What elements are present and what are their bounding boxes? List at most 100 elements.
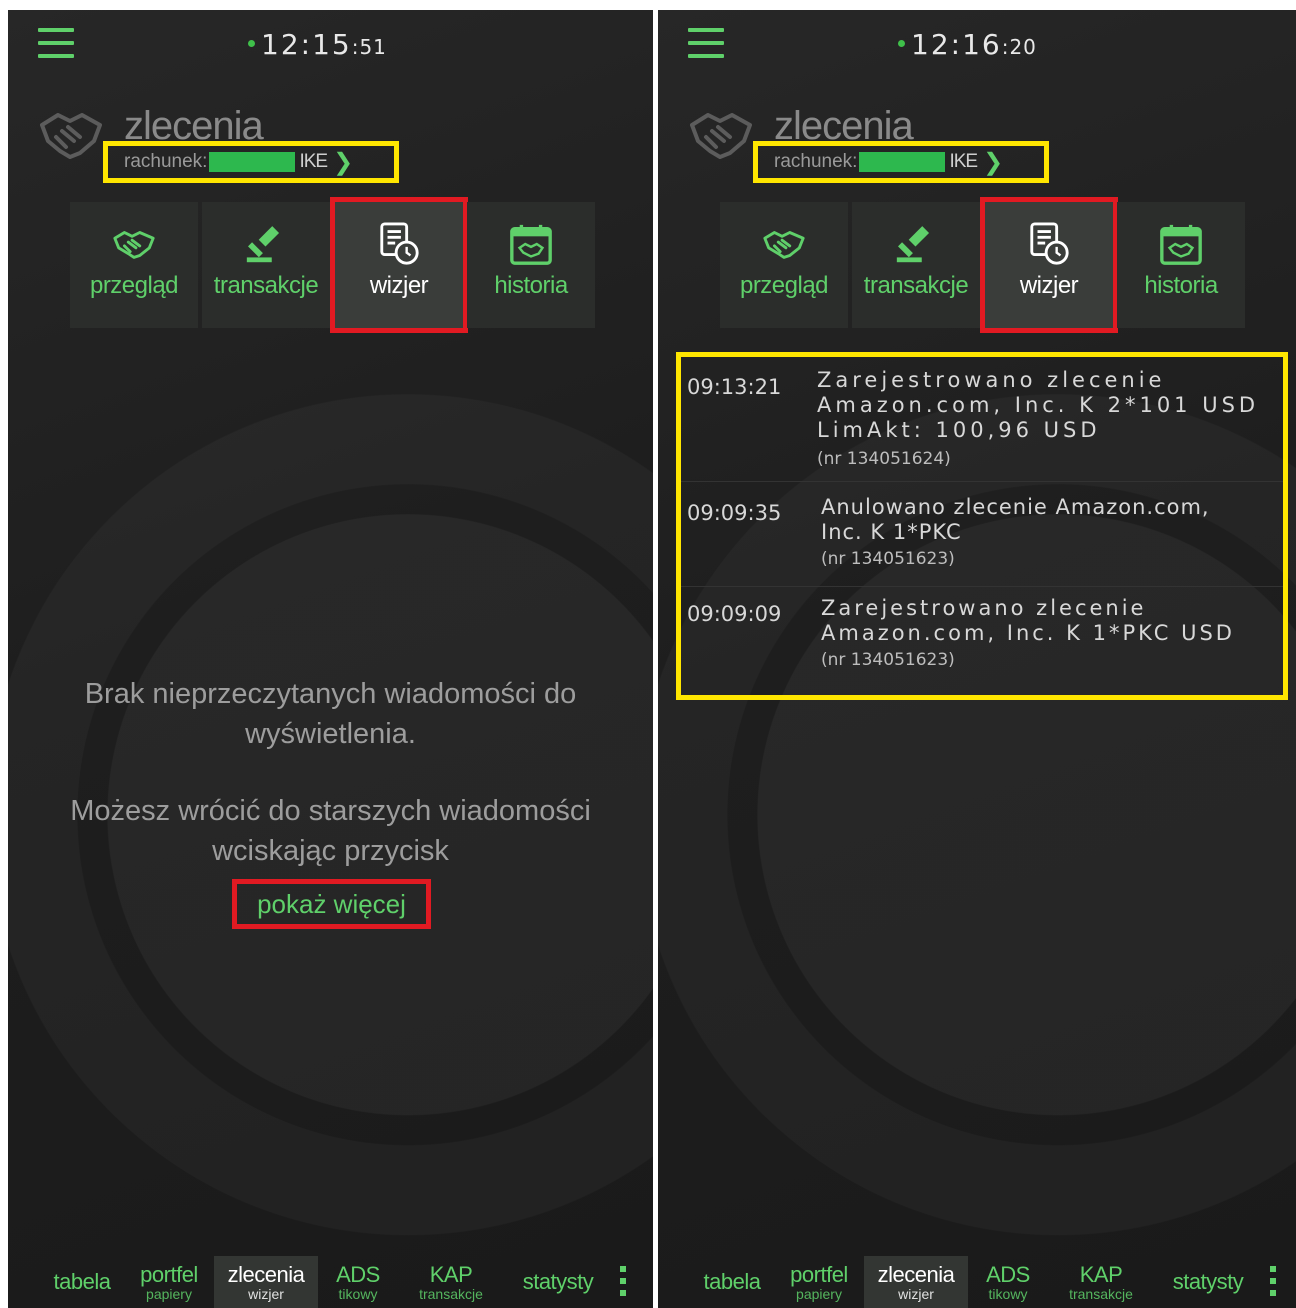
- handshake-icon: [761, 222, 807, 266]
- hint-line: Możesz wrócić do starszych wiadomości: [70, 795, 591, 827]
- tab-label: przegląd: [739, 272, 829, 299]
- nav-label: statysty: [522, 1269, 594, 1294]
- menu-icon[interactable]: [688, 28, 724, 58]
- nav-zlecenia[interactable]: zlecenia wizjer: [864, 1256, 968, 1308]
- clock: 12:15:51: [248, 28, 387, 61]
- empty-message: Brak nieprzeczytanych wiadomości do wyśw…: [8, 674, 653, 754]
- message-time: 09:13:21: [687, 375, 782, 399]
- screen-left: 12:15:51 zlecenia rachunek: IKE ❯ przegl…: [8, 10, 653, 1308]
- clock-seconds: :51: [351, 35, 387, 59]
- nav-portfel[interactable]: portfel papiery: [128, 1256, 210, 1308]
- tab-label: historia: [1144, 272, 1218, 299]
- nav-sublabel: wizjer: [898, 1285, 934, 1302]
- nav-sublabel: tikowy: [338, 1285, 378, 1302]
- nav-sublabel: transakcje: [1069, 1285, 1133, 1302]
- message-text: Anulowano zlecenie Amazon.com, Inc. K 1*…: [821, 495, 1210, 544]
- tab-label: transakcje: [213, 272, 319, 299]
- account-selector[interactable]: rachunek: IKE ❯: [103, 141, 399, 183]
- tab-label: historia: [494, 272, 568, 299]
- tab-bar: przegląd transakcje wizjer historia: [70, 197, 595, 333]
- message-list: 09:13:21 Zarejestrowano zlecenie Amazon.…: [676, 352, 1288, 700]
- nav-sublabel: papiery: [796, 1285, 842, 1302]
- message-order-number: (nr 134051623): [821, 549, 955, 569]
- menu-icon[interactable]: [38, 28, 74, 58]
- nav-ads[interactable]: ADS tikowy: [972, 1256, 1044, 1308]
- nav-label: KAP: [429, 1261, 473, 1287]
- nav-sublabel: transakcje: [419, 1285, 483, 1302]
- tab-label: wizjer: [1019, 272, 1079, 299]
- clock-seconds: :20: [1001, 35, 1037, 59]
- nav-statysty[interactable]: statysty: [508, 1256, 608, 1308]
- handshake-icon: [111, 222, 157, 266]
- account-label: rachunek:: [774, 151, 858, 172]
- message-time: 09:09:35: [687, 501, 782, 525]
- nav-label: zlecenia: [227, 1261, 305, 1287]
- nav-portfel[interactable]: portfel papiery: [778, 1256, 860, 1308]
- message-text: Zarejestrowano zlecenie Amazon.com, Inc.…: [821, 596, 1235, 645]
- nav-tabela[interactable]: tabela: [38, 1256, 126, 1308]
- screen-right: 12:16:20 zlecenia rachunek: IKE ❯ przegl…: [658, 10, 1296, 1308]
- message-text: Zarejestrowano zlecenie Amazon.com, Inc.…: [817, 368, 1260, 442]
- hint-line: wciskając przycisk: [212, 835, 449, 867]
- nav-kap[interactable]: KAP transakcje: [1050, 1256, 1152, 1308]
- gavel-icon: [893, 222, 939, 266]
- tab-przeglad[interactable]: przegląd: [70, 202, 198, 328]
- tab-transakcje[interactable]: transakcje: [852, 202, 980, 328]
- show-more-button[interactable]: pokaż więcej: [232, 879, 431, 929]
- tab-historia[interactable]: historia: [467, 202, 595, 328]
- nav-sublabel: tikowy: [988, 1285, 1028, 1302]
- nav-label: statysty: [1172, 1269, 1244, 1294]
- nav-label: ADS: [986, 1261, 1030, 1287]
- list-item[interactable]: 09:09:35 Anulowano zlecenie Amazon.com, …: [681, 483, 1283, 587]
- nav-ads[interactable]: ADS tikowy: [322, 1256, 394, 1308]
- status-dot-icon: [898, 39, 905, 47]
- more-vertical-icon[interactable]: [620, 1266, 628, 1300]
- message-time: 09:09:09: [687, 602, 782, 626]
- document-clock-icon: [1026, 222, 1072, 266]
- nav-label: ADS: [336, 1261, 380, 1287]
- clock-time: 12:15: [261, 28, 352, 61]
- list-item[interactable]: 09:09:09 Zarejestrowano zlecenie Amazon.…: [681, 588, 1283, 693]
- nav-statysty[interactable]: statysty: [1158, 1256, 1258, 1308]
- account-number-mask: [859, 152, 946, 172]
- gavel-icon: [243, 222, 289, 266]
- nav-sublabel: papiery: [146, 1285, 192, 1302]
- handshake-icon: [36, 105, 106, 165]
- chevron-right-icon: ❯: [333, 148, 354, 176]
- tab-label: transakcje: [863, 272, 969, 299]
- older-messages-hint: Możesz wrócić do starszych wiadomości wc…: [8, 791, 653, 871]
- tab-label: przegląd: [89, 272, 179, 299]
- tab-wizjer[interactable]: wizjer: [980, 197, 1118, 333]
- bottom-nav: tabela portfel papiery zlecenia wizjer ADS…: [688, 1256, 1296, 1308]
- nav-zlecenia[interactable]: zlecenia wizjer: [214, 1256, 318, 1308]
- account-number-mask: [209, 152, 296, 172]
- clock-time: 12:16: [911, 28, 1002, 61]
- nav-label: tabela: [703, 1269, 761, 1294]
- account-selector[interactable]: rachunek: IKE ❯: [753, 141, 1049, 183]
- account-label: rachunek:: [124, 151, 208, 172]
- tab-bar: przegląd transakcje wizjer historia: [720, 197, 1245, 333]
- empty-message-line: Brak nieprzeczytanych wiadomości do: [84, 678, 577, 710]
- calendar-handshake-icon: [1158, 222, 1204, 266]
- message-order-number: (nr 134051624): [817, 449, 951, 469]
- calendar-handshake-icon: [508, 222, 554, 266]
- empty-message-line: wyświetlenia.: [245, 718, 416, 750]
- list-item[interactable]: 09:13:21 Zarejestrowano zlecenie Amazon.…: [681, 357, 1283, 482]
- nav-kap[interactable]: KAP transakcje: [400, 1256, 502, 1308]
- tab-transakcje[interactable]: transakcje: [202, 202, 330, 328]
- more-vertical-icon[interactable]: [1270, 1266, 1278, 1300]
- nav-tabela[interactable]: tabela: [688, 1256, 776, 1308]
- tab-przeglad[interactable]: przegląd: [720, 202, 848, 328]
- nav-label: tabela: [53, 1269, 111, 1294]
- bottom-nav: tabela portfel papiery zlecenia wizjer ADS…: [38, 1256, 648, 1308]
- nav-label: portfel: [140, 1261, 198, 1287]
- account-type: IKE: [949, 151, 978, 172]
- nav-label: zlecenia: [877, 1261, 955, 1287]
- nav-sublabel: wizjer: [248, 1285, 284, 1302]
- chevron-right-icon: ❯: [983, 148, 1004, 176]
- tab-wizjer[interactable]: wizjer: [330, 197, 468, 333]
- clock: 12:16:20: [898, 28, 1037, 61]
- tab-historia[interactable]: historia: [1117, 202, 1245, 328]
- message-order-number: (nr 134051623): [821, 650, 955, 670]
- nav-label: KAP: [1079, 1261, 1123, 1287]
